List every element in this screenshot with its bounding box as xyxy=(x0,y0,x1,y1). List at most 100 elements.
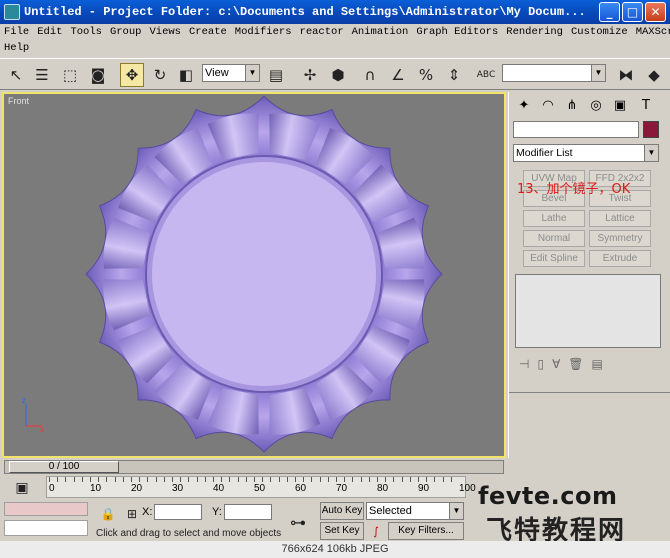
default-tangent-icon[interactable]: ∫ xyxy=(366,522,386,540)
axis-z-label: z xyxy=(22,396,26,405)
ruler-tick-mark xyxy=(114,477,116,482)
ruler-tick-mark xyxy=(106,477,108,482)
menu-create[interactable]: Create xyxy=(189,26,227,38)
spinner-snap-icon[interactable]: ⇕ xyxy=(442,63,466,87)
time-slider[interactable]: 0 / 100 xyxy=(4,460,504,474)
chevron-down-icon: ▼ xyxy=(591,65,605,81)
normal-button[interactable]: Normal xyxy=(523,230,585,247)
set-key-button[interactable]: Set Key xyxy=(320,522,364,540)
select-and-move-icon[interactable]: ✥ xyxy=(120,63,144,87)
select-and-scale-icon[interactable]: ◧ xyxy=(174,63,198,87)
maxscript-input[interactable] xyxy=(4,520,88,536)
time-slider-knob[interactable]: 0 / 100 xyxy=(9,461,119,473)
angle-snap-icon[interactable]: ∠ xyxy=(386,63,410,87)
maximize-button[interactable]: □ xyxy=(622,2,643,22)
ruler-tick-mark xyxy=(336,477,337,482)
edit-named-selections-icon[interactable]: ABC xyxy=(474,63,498,87)
menu-animation[interactable]: Animation xyxy=(352,26,409,38)
menu-customize[interactable]: Customize xyxy=(571,26,628,38)
auto-key-button[interactable]: Auto Key xyxy=(320,502,364,520)
keyboard-shortcut-icon[interactable]: ⬢ xyxy=(326,63,350,87)
select-and-rotate-icon[interactable]: ↻ xyxy=(148,63,172,87)
ruler-tick-mark xyxy=(278,477,280,482)
ruler-tick-mark xyxy=(303,477,305,482)
snap-toggle-icon[interactable]: ∩ xyxy=(358,63,382,87)
menu-views[interactable]: Views xyxy=(149,26,181,38)
remove-modifier-icon[interactable]: 🗑 xyxy=(568,357,583,371)
modifier-stack[interactable] xyxy=(515,274,661,348)
menu-edit[interactable]: Edit xyxy=(37,26,62,38)
key-filters-button[interactable]: Key Filters... xyxy=(388,522,464,540)
menu-tools[interactable]: Tools xyxy=(70,26,102,38)
maxscript-listener-mini[interactable] xyxy=(4,502,88,516)
configure-sets-icon[interactable]: ▤ xyxy=(592,357,603,371)
ruler-tick-label: 10 xyxy=(90,483,102,494)
modify-tab-icon[interactable]: ◠ xyxy=(537,94,559,116)
y-coordinate-field[interactable] xyxy=(224,504,272,520)
menu-maxscript[interactable]: MAXScript xyxy=(636,26,670,38)
ruler-tick-mark xyxy=(254,477,255,482)
select-by-name-icon[interactable]: ☰ xyxy=(30,63,54,87)
lathe-button[interactable]: Lathe xyxy=(523,210,585,227)
frame-ruler[interactable]: 0 10 20 30 40 50 60 70 80 90 100 xyxy=(46,476,476,498)
menu-reactor[interactable]: reactor xyxy=(300,26,344,38)
mirror-icon[interactable]: ⧓ xyxy=(614,63,638,87)
show-end-result-icon[interactable]: ▯ xyxy=(537,357,544,371)
make-unique-icon[interactable]: ∀ xyxy=(552,357,560,371)
hierarchy-tab-icon[interactable]: ⋔ xyxy=(561,94,583,116)
select-object-icon[interactable]: ↖ xyxy=(4,63,28,87)
rectangle-selection-icon[interactable]: ⬚ xyxy=(58,63,82,87)
absolute-mode-icon[interactable]: ⊞ xyxy=(120,502,144,526)
x-coordinate-field[interactable] xyxy=(154,504,202,520)
pivot-center-icon[interactable]: ▤ xyxy=(264,63,288,87)
create-tab-icon[interactable]: ✦ xyxy=(513,94,535,116)
named-selection-dropdown[interactable]: ▼ xyxy=(502,64,606,82)
ruler-tick-mark xyxy=(73,477,75,482)
chevron-down-icon: ▼ xyxy=(449,503,463,519)
menu-help[interactable]: Help xyxy=(4,42,29,54)
command-panel: ✦ ◠ ⋔ ◎ ▣ T Modifier List ▼ UVW Map FFD … xyxy=(508,92,670,458)
extrude-button[interactable]: Extrude xyxy=(589,250,651,267)
lattice-button[interactable]: Lattice xyxy=(589,210,651,227)
utilities-tab-icon[interactable]: T xyxy=(635,94,657,116)
minimize-button[interactable]: _ xyxy=(599,2,620,22)
reference-coordinate-dropdown[interactable]: View ▼ xyxy=(202,64,260,82)
ruler-tick-label: 80 xyxy=(377,483,389,494)
transform-constraint-icon[interactable]: ✢ xyxy=(298,63,322,87)
key-icon[interactable]: ⊶ xyxy=(286,510,310,534)
pin-stack-icon[interactable]: ⊣ xyxy=(519,357,529,371)
object-color-swatch[interactable] xyxy=(643,121,659,138)
menu-group[interactable]: Group xyxy=(110,26,142,38)
reference-coordinate-value: View xyxy=(205,67,229,79)
object-name-field[interactable] xyxy=(513,121,639,138)
modifier-list-dropdown[interactable]: Modifier List ▼ xyxy=(513,144,659,162)
motion-tab-icon[interactable]: ◎ xyxy=(585,94,607,116)
front-viewport[interactable]: Front z x xyxy=(2,92,506,458)
ruler-tick-mark xyxy=(65,477,67,482)
edit-spline-button[interactable]: Edit Spline xyxy=(523,250,585,267)
ruler-tick-label: 20 xyxy=(131,483,143,494)
percent-snap-icon[interactable]: % xyxy=(414,63,438,87)
symmetry-button[interactable]: Symmetry xyxy=(589,230,651,247)
ruler-tick-mark xyxy=(98,477,100,482)
menu-graph-editors[interactable]: Graph Editors xyxy=(416,26,498,38)
ruler-tick-mark xyxy=(368,477,370,482)
display-tab-icon[interactable]: ▣ xyxy=(609,94,631,116)
lock-selection-icon[interactable]: 🔒 xyxy=(96,502,120,526)
key-set-dropdown[interactable]: Selected ▼ xyxy=(366,502,464,520)
mini-curve-editor-icon[interactable]: ▣ xyxy=(10,476,34,500)
menu-file[interactable]: File xyxy=(4,26,29,38)
ruler-tick-mark xyxy=(385,477,387,482)
window-crossing-icon[interactable]: ◙ xyxy=(86,63,110,87)
align-icon[interactable]: ◆ xyxy=(642,63,666,87)
ruler-tick-mark xyxy=(311,477,313,482)
close-button[interactable]: ✕ xyxy=(645,2,666,22)
menu-modifiers[interactable]: Modifiers xyxy=(235,26,292,38)
menu-rendering[interactable]: Rendering xyxy=(506,26,563,38)
key-set-value: Selected xyxy=(369,505,412,517)
axis-tripod: z x xyxy=(22,396,44,434)
track-bar: ▣ 0 10 20 30 40 50 60 70 80 90 100 xyxy=(0,476,506,498)
parameters-rollout xyxy=(509,392,670,458)
ruler-tick-mark xyxy=(409,477,411,482)
ruler-tick-mark xyxy=(319,477,321,482)
